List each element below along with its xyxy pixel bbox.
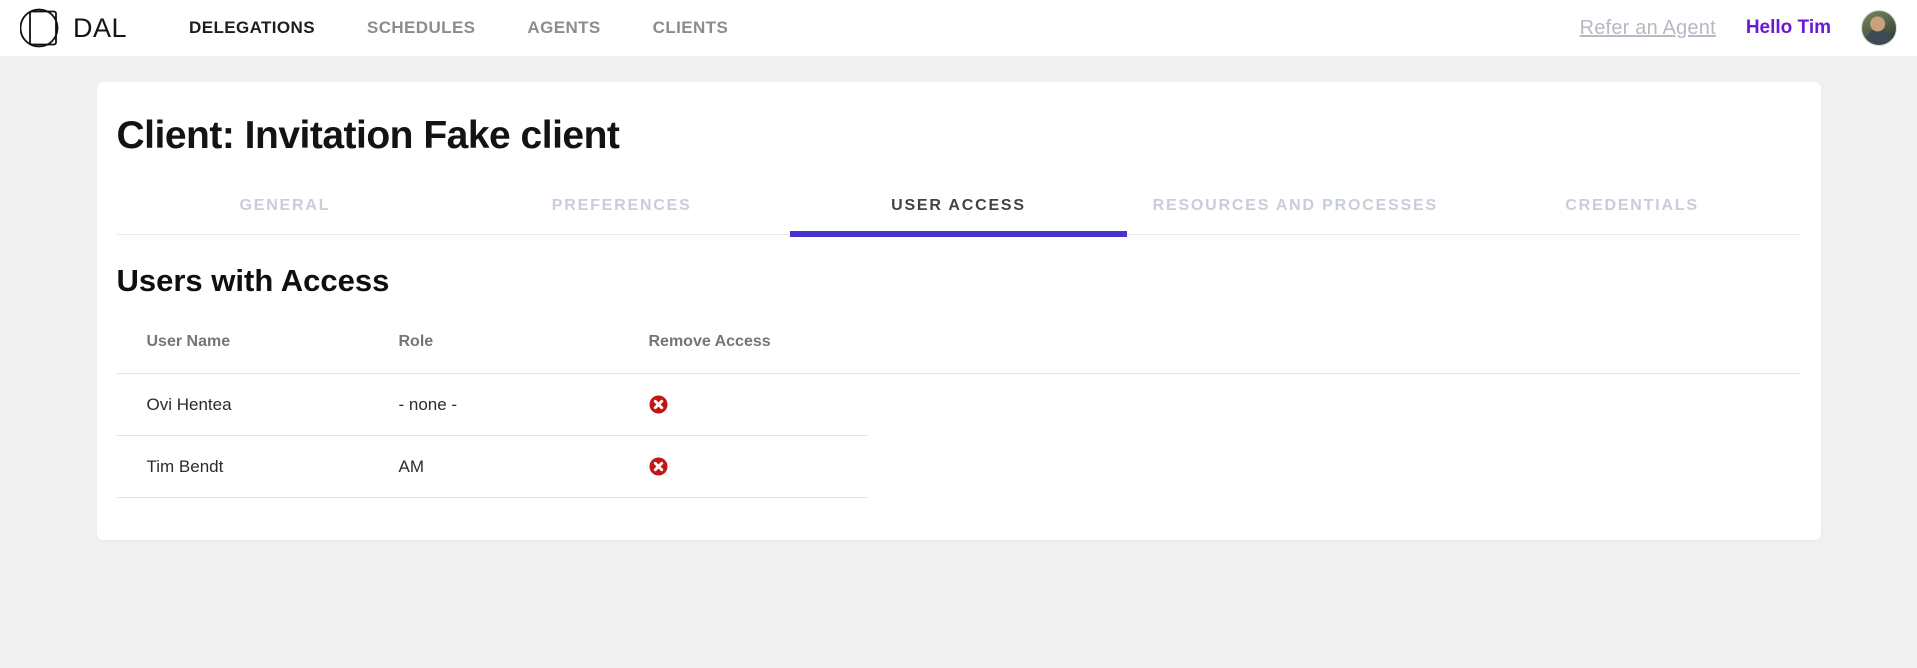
refer-an-agent-link[interactable]: Refer an Agent xyxy=(1580,17,1716,40)
brand-name: DAL xyxy=(73,13,127,44)
tab-credentials[interactable]: CREDENTIALS xyxy=(1464,180,1801,234)
user-name-cell: Ovi Hentea xyxy=(147,395,399,415)
tab-resources-and-processes[interactable]: RESOURCES AND PROCESSES xyxy=(1127,180,1464,234)
nav-item-delegations[interactable]: DELEGATIONS xyxy=(189,18,315,38)
nav-item-agents[interactable]: AGENTS xyxy=(527,18,600,38)
brand-logo-link[interactable]: DAL xyxy=(20,8,127,48)
x-circle-icon xyxy=(649,457,668,476)
table-row: Tim Bendt AM xyxy=(117,436,868,498)
remove-access-button[interactable] xyxy=(649,457,668,476)
tab-user-access[interactable]: USER ACCESS xyxy=(790,180,1127,234)
nav-item-clients[interactable]: CLIENTS xyxy=(653,18,729,38)
page-title: Client: Invitation Fake client xyxy=(117,114,1801,158)
user-avatar[interactable] xyxy=(1861,10,1897,46)
role-cell: AM xyxy=(399,457,649,477)
nav-right-group: Refer an Agent Hello Tim xyxy=(1580,10,1897,46)
role-cell: - none - xyxy=(399,395,649,415)
table-row: Ovi Hentea - none - xyxy=(117,374,868,436)
nav-item-schedules[interactable]: SCHEDULES xyxy=(367,18,475,38)
x-circle-icon xyxy=(649,395,668,414)
section-title: Users with Access xyxy=(117,263,1801,299)
column-header-user-name: User Name xyxy=(147,333,399,351)
remove-access-button[interactable] xyxy=(649,395,668,414)
dal-logo-icon xyxy=(20,8,60,48)
client-tabs: GENERAL PREFERENCES USER ACCESS RESOURCE… xyxy=(117,180,1801,235)
main-menu: DELEGATIONS SCHEDULES AGENTS CLIENTS xyxy=(189,18,728,38)
user-greeting[interactable]: Hello Tim xyxy=(1746,17,1831,39)
tab-general[interactable]: GENERAL xyxy=(117,180,454,234)
top-navigation-bar: DAL DELEGATIONS SCHEDULES AGENTS CLIENTS… xyxy=(0,0,1917,56)
column-header-remove-access: Remove Access xyxy=(649,333,771,351)
column-header-role: Role xyxy=(399,333,649,351)
client-detail-card: Client: Invitation Fake client GENERAL P… xyxy=(97,82,1821,540)
table-header-row: User Name Role Remove Access xyxy=(117,323,1801,374)
users-with-access-table: User Name Role Remove Access Ovi Hentea … xyxy=(117,323,1801,498)
tab-preferences[interactable]: PREFERENCES xyxy=(453,180,790,234)
user-name-cell: Tim Bendt xyxy=(147,457,399,477)
